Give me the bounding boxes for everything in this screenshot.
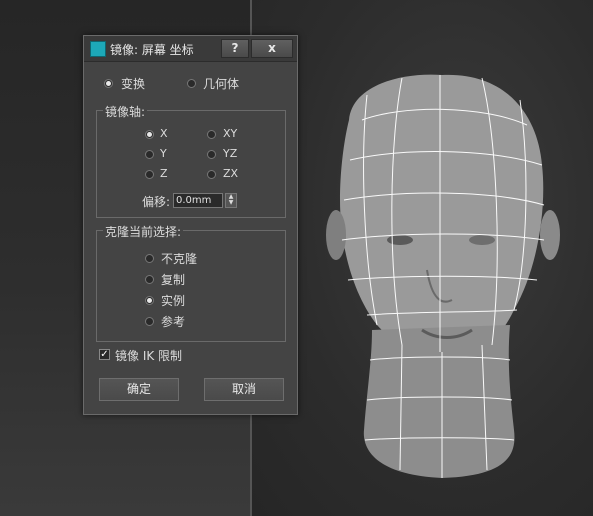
axis-z-radio[interactable] — [145, 170, 154, 179]
close-button[interactable]: x — [251, 39, 293, 58]
no-clone-label: 不克隆 — [161, 252, 198, 266]
mirror-ik-label: 镜像 IK 限制 — [115, 349, 183, 363]
copy-radio[interactable] — [145, 275, 154, 284]
head-wireframe-model[interactable] — [252, 0, 593, 516]
copy-label: 复制 — [161, 273, 186, 287]
offset-input[interactable]: 0.0mm — [173, 193, 223, 208]
transform-radio[interactable] — [104, 79, 113, 88]
mirror-dialog: 镜像: 屏幕 坐标 ? x 变换 几何体 镜像轴: X Y Z XY YZ ZX… — [83, 35, 298, 415]
axis-zx-label: ZX — [223, 167, 239, 180]
viewport-3d[interactable] — [252, 0, 593, 516]
no-clone-radio[interactable] — [145, 254, 154, 263]
axis-xy-radio[interactable] — [207, 130, 216, 139]
axis-x-radio[interactable] — [145, 130, 154, 139]
close-icon: x — [268, 41, 276, 55]
reference-label: 参考 — [161, 315, 186, 329]
offset-label: 偏移: — [142, 195, 171, 209]
checkmark-icon: ✓ — [100, 349, 109, 360]
ok-button[interactable]: 确定 — [99, 378, 179, 401]
geometry-radio[interactable] — [187, 79, 196, 88]
cancel-button[interactable]: 取消 — [204, 378, 284, 401]
axis-zx-radio[interactable] — [207, 170, 216, 179]
axis-yz-label: YZ — [223, 147, 238, 160]
dialog-title: 镜像: 屏幕 坐标 — [110, 43, 194, 57]
reference-radio[interactable] — [145, 317, 154, 326]
dialog-titlebar[interactable]: 镜像: 屏幕 坐标 ? x — [84, 36, 297, 62]
mirror-axis-title: 镜像轴: — [103, 103, 148, 120]
clone-selection-group: 克隆当前选择: — [96, 223, 286, 342]
axis-y-radio[interactable] — [145, 150, 154, 159]
spinner-arrows-icon[interactable]: ▲ ▼ — [225, 193, 237, 208]
clone-selection-title: 克隆当前选择: — [103, 223, 184, 240]
axis-xy-label: XY — [223, 127, 238, 140]
help-icon: ? — [231, 41, 239, 55]
mirror-ik-checkbox[interactable]: ✓ — [99, 349, 110, 360]
app-logo-icon — [90, 41, 106, 57]
transform-label: 变换 — [121, 77, 146, 91]
axis-x-label: X — [160, 127, 168, 140]
instance-radio[interactable] — [145, 296, 154, 305]
axis-z-label: Z — [160, 167, 168, 180]
instance-label: 实例 — [161, 294, 186, 308]
axis-yz-radio[interactable] — [207, 150, 216, 159]
geometry-label: 几何体 — [203, 77, 240, 91]
axis-y-label: Y — [160, 147, 167, 160]
help-button[interactable]: ? — [221, 39, 249, 58]
